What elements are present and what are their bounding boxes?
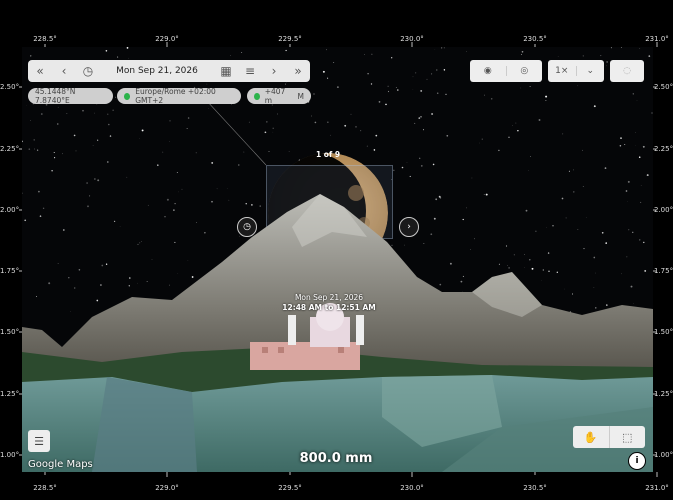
clock-icon: ◷ (243, 222, 251, 232)
photo-planner-app: 228.5° 229.0° 229.5° 230.0° 230.5° 231.0… (0, 0, 673, 500)
date-toolbar: « ‹ ◷ Mon Sep 21, 2026 ▦ ≡ › » (28, 60, 310, 82)
next-event-button[interactable]: › (399, 217, 419, 237)
settings-button[interactable]: ☰ (28, 430, 50, 452)
chevron-right-icon[interactable]: › (262, 60, 286, 82)
location-button[interactable]: ◌ (610, 60, 644, 82)
elevation-unit: M (297, 91, 304, 101)
focal-length: 800.0 mm (299, 451, 373, 466)
timezone-pill[interactable]: Europe/Rome +02:00 GMT+2 (117, 87, 241, 105)
event-time: 12:48 AM to 12:51 AM (282, 303, 376, 312)
status-dot-icon (254, 92, 260, 100)
double-chevron-right-icon[interactable]: » (286, 60, 310, 82)
status-dot-icon (124, 92, 131, 100)
interaction-mode-group: ✋ ⬚ (573, 426, 645, 448)
elevation-text: +407 m (264, 87, 286, 105)
coordinates-text: 45.1448°N 7.8740°E (35, 87, 76, 105)
scene-viewport[interactable]: « ‹ ◷ Mon Sep 21, 2026 ▦ ≡ › » 45.1448°N… (22, 47, 653, 472)
mountain-landscape (22, 194, 653, 472)
clock-icon[interactable]: ◷ (76, 60, 100, 82)
zoom-group: 1× ⌄ (548, 60, 604, 82)
date-display[interactable]: Mon Sep 21, 2026 (100, 66, 214, 76)
event-label: Mon Sep 21, 2026 12:48 AM to 12:51 AM (282, 293, 375, 313)
location-pin-icon: ◌ (623, 66, 631, 76)
calendar-icon[interactable]: ▦ (214, 60, 238, 82)
coordinates-pill[interactable]: 45.1448°N 7.8740°E (28, 87, 113, 105)
view-mode-group: ◉ ◎ (470, 60, 542, 82)
double-chevron-left-icon[interactable]: « (28, 60, 52, 82)
map-attribution: Google Maps (28, 459, 93, 470)
timezone-text: Europe/Rome +02:00 GMT+2 (135, 87, 216, 105)
event-date: Mon Sep 21, 2026 (294, 293, 364, 302)
event-counter: 1 of 9 (315, 150, 341, 159)
chevron-left-icon[interactable]: ‹ (52, 60, 76, 82)
zoom-level[interactable]: 1× (548, 66, 576, 76)
info-button[interactable]: i (628, 452, 646, 470)
select-rect-icon[interactable]: ⬚ (608, 426, 646, 448)
sliders-icon: ☰ (34, 434, 44, 448)
previous-event-button[interactable]: ◷ (237, 217, 257, 237)
chevron-down-icon[interactable]: ⌄ (575, 66, 605, 76)
elevation-pill[interactable]: +407 m M (247, 87, 311, 105)
eye-icon[interactable]: ◎ (505, 66, 543, 76)
hand-icon[interactable]: ✋ (573, 426, 609, 448)
chevron-right-icon: › (407, 222, 411, 232)
menu-icon[interactable]: ≡ (238, 60, 262, 82)
pin-icon[interactable]: ◉ (470, 66, 506, 76)
